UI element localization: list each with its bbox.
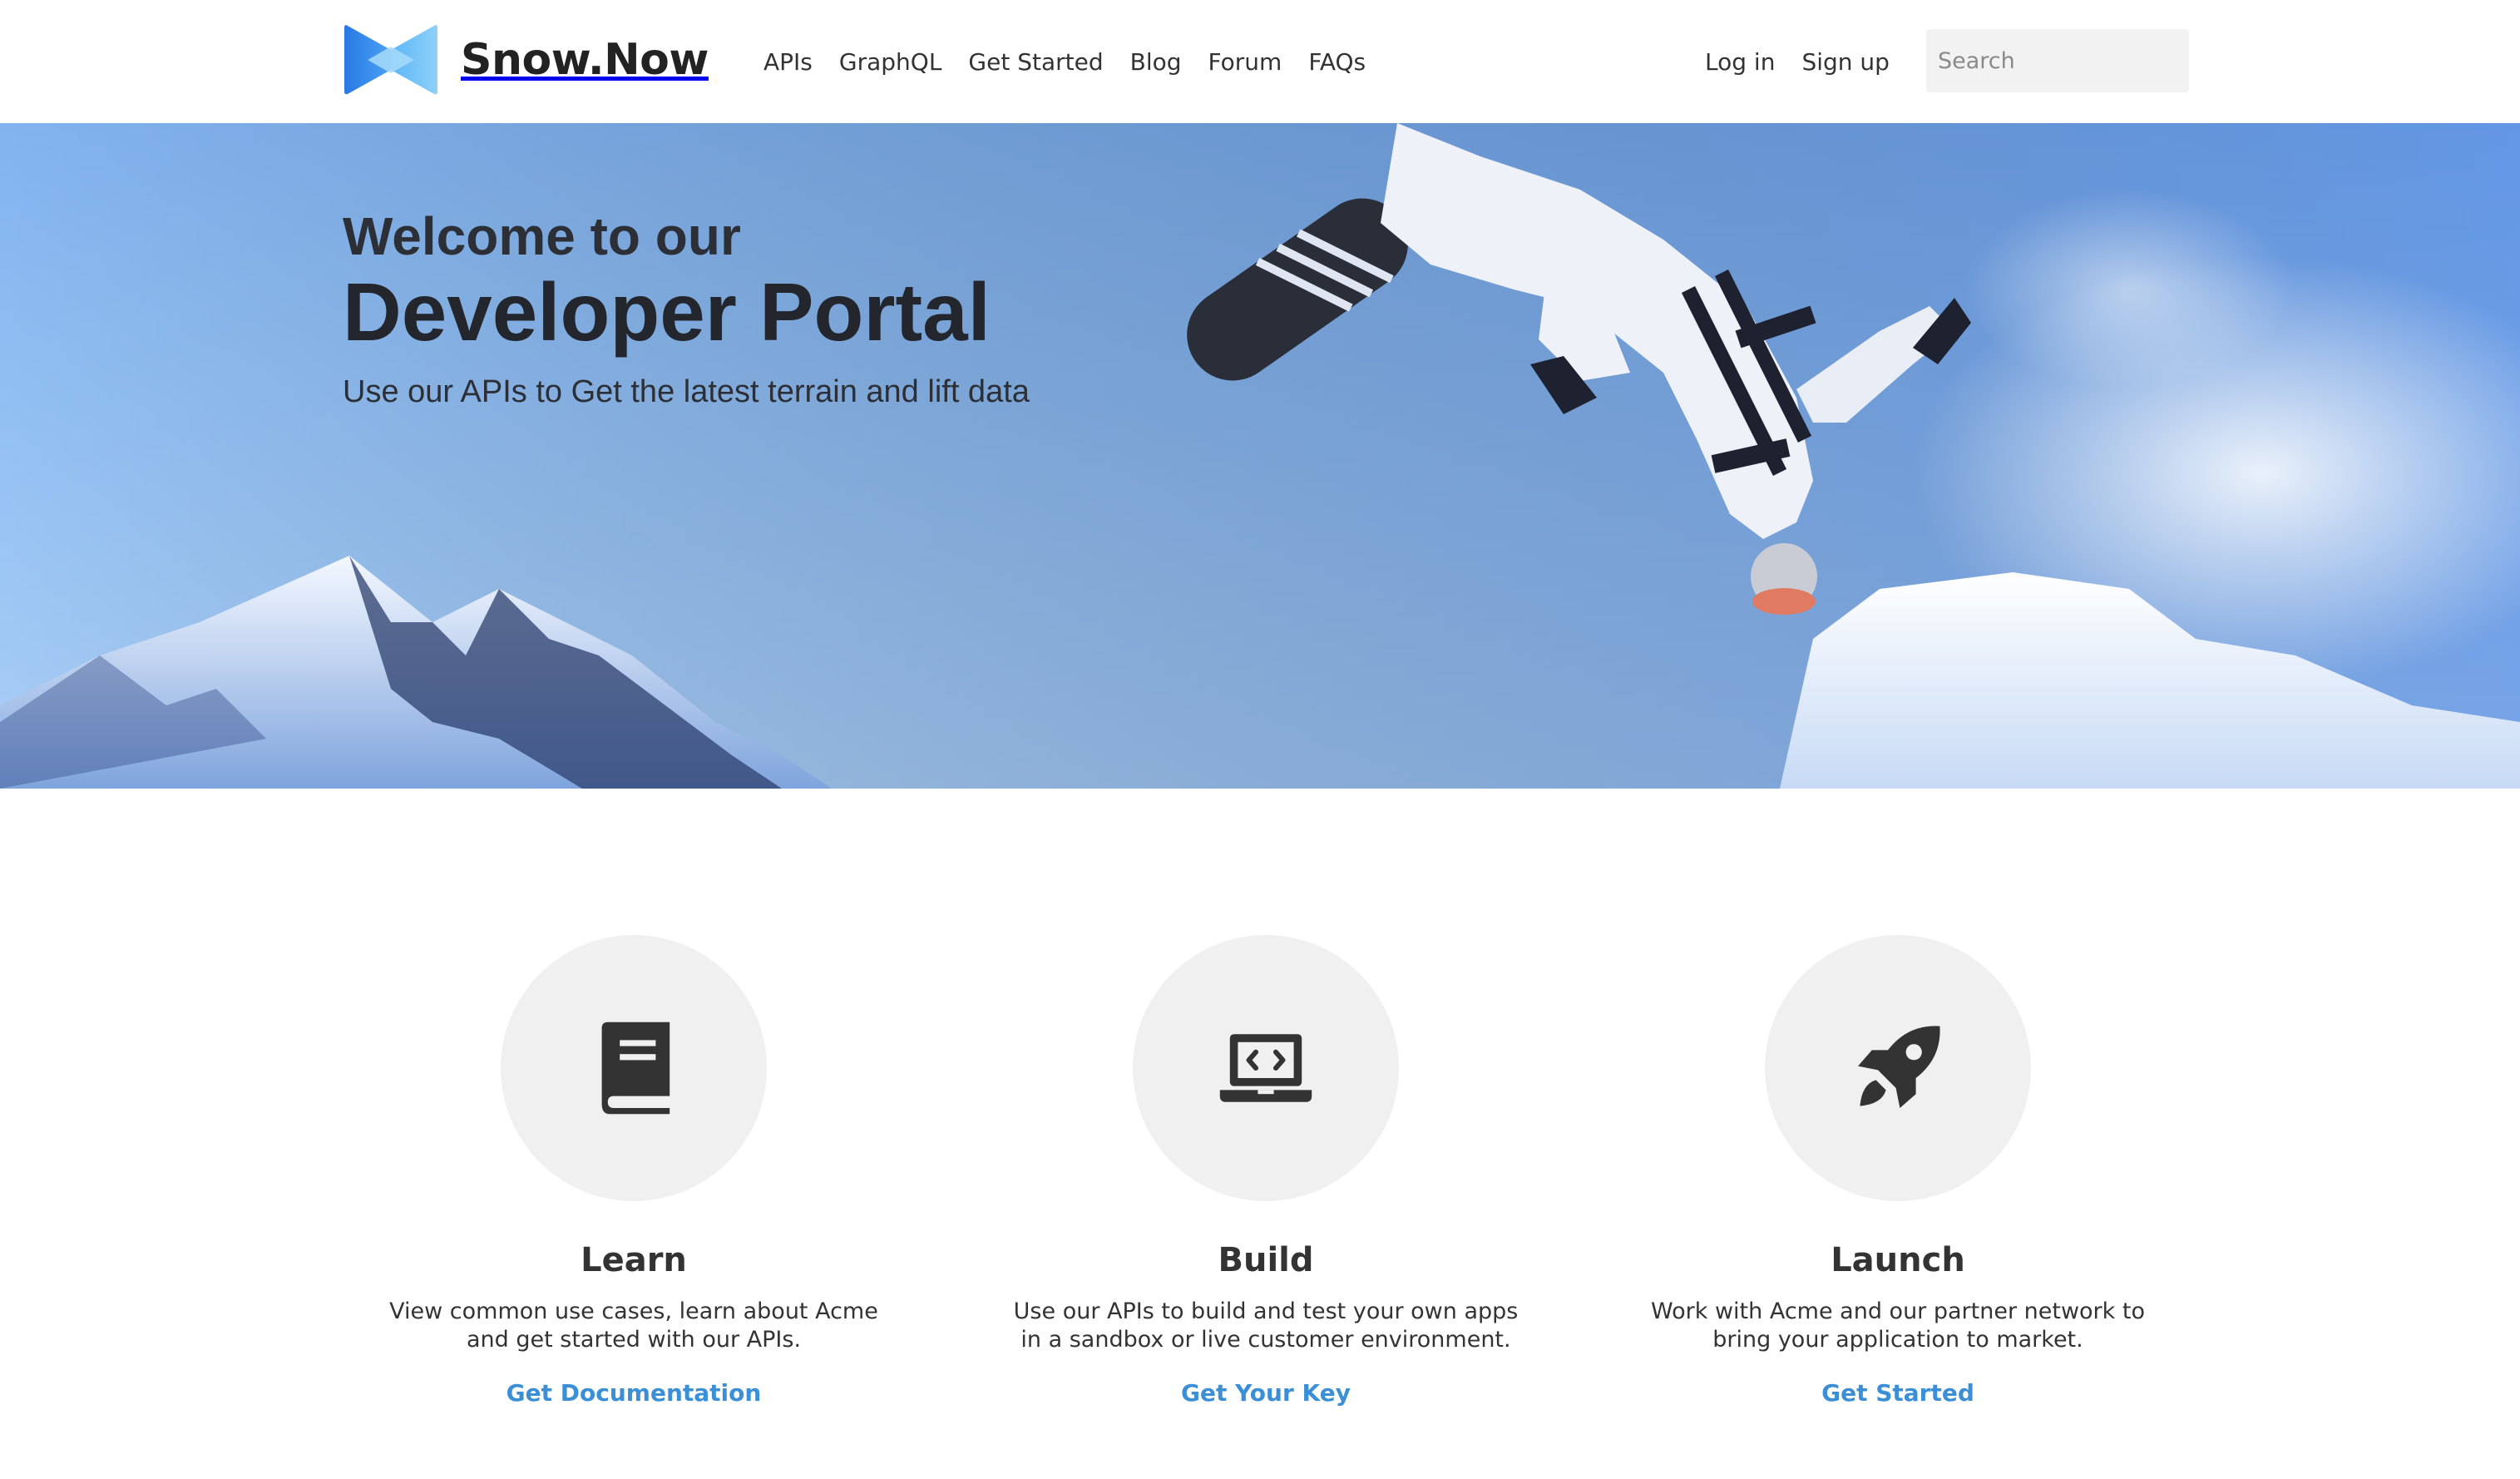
feature-icon-circle: [501, 935, 767, 1201]
hero-banner: Welcome to our Developer Portal Use our …: [0, 123, 2520, 789]
search-input[interactable]: [1926, 29, 2189, 92]
feature-description: View common use cases, learn about Acme …: [343, 1298, 925, 1354]
top-navbar: Snow.Now APIs GraphQL Get Started Blog F…: [0, 0, 2520, 123]
feature-description-line: in a sandbox or live customer environmen…: [1020, 1327, 1511, 1353]
feature-description-line: Work with Acme and our partner network t…: [1651, 1298, 2145, 1324]
feature-icon-circle: [1765, 935, 2031, 1201]
book-icon: [601, 1021, 670, 1115]
main-nav: APIs GraphQL Get Started Blog Forum FAQs: [763, 0, 1392, 123]
hero-subtitle: Use our APIs to Get the latest terrain a…: [343, 374, 1030, 409]
nav-item-forum[interactable]: Forum: [1208, 48, 1282, 76]
laptop-code-icon: [1219, 1034, 1312, 1102]
hero-title: Developer Portal: [343, 266, 991, 358]
hero-welcome: Welcome to our: [343, 206, 741, 266]
brand-name: Snow.Now: [461, 35, 709, 85]
feature-title: Launch: [1831, 1241, 1965, 1279]
get-started-link[interactable]: Get Started: [1821, 1379, 1974, 1407]
feature-description-line: View common use cases, learn about Acme: [389, 1298, 878, 1324]
nav-item-graphql[interactable]: GraphQL: [839, 48, 942, 76]
feature-description-line: and get started with our APIs.: [466, 1327, 802, 1353]
get-your-key-link[interactable]: Get Your Key: [1181, 1379, 1351, 1407]
rocket-icon: [1858, 1026, 1940, 1108]
brand-logo-link[interactable]: Snow.Now: [343, 22, 709, 98]
feature-description-line: Use our APIs to build and test your own …: [1013, 1298, 1519, 1324]
feature-card-build: Build Use our APIs to build and test you…: [975, 935, 1557, 1407]
nav-item-blog[interactable]: Blog: [1130, 48, 1182, 76]
snow-now-logo-icon: [344, 25, 437, 95]
nav-item-faqs[interactable]: FAQs: [1308, 48, 1366, 76]
feature-card-learn: Learn View common use cases, learn about…: [343, 935, 925, 1407]
hero-text-block: Welcome to our Developer Portal Use our …: [343, 210, 1030, 410]
get-documentation-link[interactable]: Get Documentation: [506, 1379, 762, 1407]
feature-title: Learn: [581, 1241, 687, 1279]
login-link[interactable]: Log in: [1705, 48, 1775, 76]
feature-description: Work with Acme and our partner network t…: [1607, 1298, 2189, 1354]
feature-description: Use our APIs to build and test your own …: [975, 1298, 1557, 1354]
nav-item-apis[interactable]: APIs: [763, 48, 813, 76]
feature-title: Build: [1218, 1241, 1314, 1279]
feature-card-launch: Launch Work with Acme and our partner ne…: [1607, 935, 2189, 1407]
features-section: Learn View common use cases, learn about…: [0, 789, 2520, 1479]
signup-link[interactable]: Sign up: [1801, 48, 1890, 76]
auth-links: Log in Sign up: [1705, 0, 1916, 123]
feature-icon-circle: [1133, 935, 1399, 1201]
feature-description-line: bring your application to market.: [1712, 1327, 2083, 1353]
nav-item-get-started[interactable]: Get Started: [968, 48, 1103, 76]
